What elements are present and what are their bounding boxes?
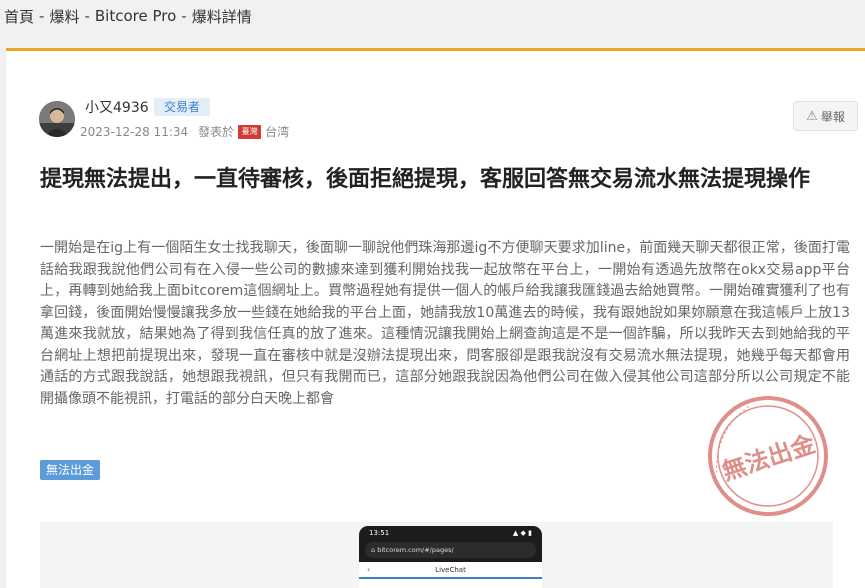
phone-screen: ‹ LiveChat — [359, 562, 542, 588]
post-datetime: 2023-12-28 11:34 — [80, 124, 189, 139]
taiwan-flag-icon: 臺灣 — [238, 124, 262, 139]
phone-url: bitcorem.com/#/pages/ — [377, 546, 454, 554]
phone-divider — [359, 577, 542, 579]
published-in-label: 發表於 — [198, 125, 235, 139]
breadcrumb-exposures[interactable]: 爆料 — [49, 6, 79, 27]
post-card: 小又4936 交易者 2023-12-28 11:34 發表於 臺灣 台湾 ⚠ … — [6, 48, 865, 588]
breadcrumb-separator: - — [39, 7, 45, 25]
phone-time: 13:51 — [369, 529, 390, 537]
phone-chat-title: LiveChat — [435, 566, 466, 574]
phone-url-bar: ⌂ bitcorem.com/#/pages/ — [365, 542, 536, 558]
avatar[interactable] — [39, 101, 75, 137]
report-label: 舉報 — [820, 109, 845, 124]
author-name[interactable]: 小又4936 — [85, 97, 149, 117]
role-badge: 交易者 — [154, 98, 211, 116]
phone-status-icons: ▲ ◆ ▮ — [512, 529, 532, 537]
warning-icon: ⚠ — [806, 108, 818, 124]
svg-text:無法出金: 無法出金 — [719, 429, 820, 486]
report-button[interactable]: ⚠ 舉報 — [793, 101, 858, 131]
breadcrumb-separator: - — [84, 7, 90, 25]
screenshot-image[interactable]: 13:51 ▲ ◆ ▮ ⌂ bitcorem.com/#/pages/ ‹ Li… — [40, 522, 833, 588]
post-location: 台湾 — [265, 125, 290, 139]
post-title: 提現無法提出，一直待審核，後面拒絕提現，客服回答無交易流水無法提現操作 — [40, 167, 811, 192]
breadcrumb: 首頁 - 爆料 - Bitcore Pro - 爆料詳情 — [4, 4, 252, 28]
breadcrumb-home[interactable]: 首頁 — [4, 6, 34, 27]
breadcrumb-broker[interactable]: Bitcore Pro — [95, 7, 176, 25]
user-photo-icon — [39, 101, 75, 137]
breadcrumb-separator: - — [181, 7, 187, 25]
post-meta: 2023-12-28 11:34 發表於 臺灣 台湾 — [80, 123, 289, 140]
post-body: 一開始是在ig上有一個陌生女士找我聊天，後面聊一聊說他們珠海那邊ig不方便聊天要… — [40, 240, 850, 407]
phone-screenshot: 13:51 ▲ ◆ ▮ ⌂ bitcorem.com/#/pages/ ‹ Li… — [359, 526, 542, 588]
tag-unable-withdraw[interactable]: 無法出金 — [40, 460, 101, 480]
breadcrumb-current: 爆料詳情 — [191, 7, 252, 26]
